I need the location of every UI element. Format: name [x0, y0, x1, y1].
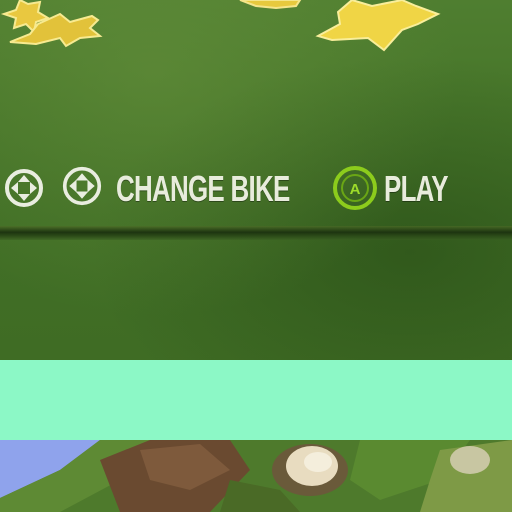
star-icon — [239, 0, 302, 10]
dpad-left-icon — [5, 169, 43, 207]
star-icon — [315, 0, 441, 52]
change-bike-label: CHANGE BIKE — [116, 168, 290, 209]
star-decorations — [0, 0, 441, 52]
a-button-icon: A — [333, 166, 377, 210]
bike-select-panel: CHANGE BIKE A PLAY — [0, 0, 512, 360]
a-button-glyph: A — [350, 181, 361, 198]
panel-divider — [0, 226, 512, 240]
dpad-right-icon — [62, 166, 102, 206]
loading-band — [0, 360, 512, 440]
game-screen: CHANGE BIKE A PLAY — [0, 0, 512, 512]
play-label: PLAY — [384, 168, 449, 209]
game-scene-preview — [0, 440, 512, 512]
